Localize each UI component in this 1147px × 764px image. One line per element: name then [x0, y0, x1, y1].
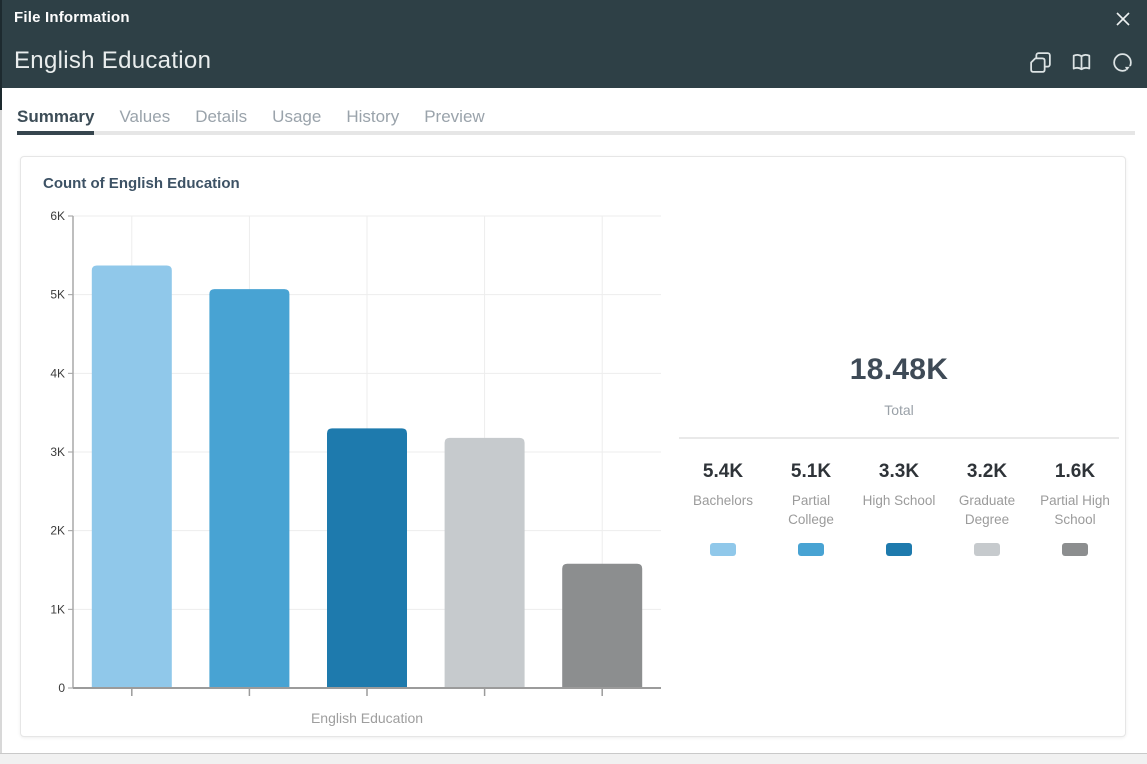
legend-swatch	[974, 543, 1000, 556]
stat-value: 5.1K	[771, 461, 851, 483]
total-panel: 18.48K Total 5.4K Bachelors 5.1K Partial Co…	[679, 157, 1119, 736]
svg-text:5K: 5K	[50, 288, 65, 302]
svg-text:3K: 3K	[50, 445, 65, 459]
svg-text:4K: 4K	[50, 366, 65, 380]
glossary-button[interactable]	[1069, 50, 1094, 75]
stat-bachelors: 5.4K Bachelors	[679, 461, 767, 556]
svg-text:2K: 2K	[50, 524, 65, 538]
tab-summary[interactable]: Summary	[17, 106, 94, 127]
chart-title: Count of English Education	[43, 175, 240, 192]
bar-high-school[interactable]	[327, 428, 407, 688]
duplicate-button[interactable]	[1028, 50, 1053, 75]
duplicate-icon	[1028, 50, 1053, 75]
header-actions	[1028, 50, 1135, 75]
tab-history[interactable]: History	[346, 106, 399, 127]
file-name: English Education	[14, 47, 211, 75]
stat-partial-high-school: 1.6K Partial High School	[1031, 461, 1119, 556]
total-label: Total	[679, 402, 1119, 418]
tab-usage[interactable]: Usage	[272, 106, 321, 127]
stat-label: Partial College	[771, 491, 851, 535]
category-stats: 5.4K Bachelors 5.1K Partial College 3.3K High…	[679, 461, 1119, 556]
refresh-icon	[1110, 50, 1135, 75]
stat-graduate-degree: 3.2K Graduate Degree	[943, 461, 1031, 556]
stat-high-school: 3.3K High School	[855, 461, 943, 556]
close-icon	[1112, 8, 1134, 30]
left-edge-dark	[0, 0, 2, 110]
panel-divider	[679, 437, 1119, 439]
legend-swatch	[886, 543, 912, 556]
tab-values[interactable]: Values	[119, 106, 170, 127]
legend-swatch	[798, 543, 824, 556]
stat-label: Graduate Degree	[947, 491, 1027, 535]
tab-underline	[17, 131, 1135, 135]
dialog-title: File Information	[14, 9, 130, 26]
bar-graduate-degree[interactable]	[445, 438, 525, 688]
svg-text:0: 0	[58, 681, 65, 695]
close-button[interactable]	[1112, 8, 1134, 30]
open-book-icon	[1069, 50, 1094, 75]
tab-bar-container: Summary Values Details Usage History Preview	[0, 88, 1147, 156]
left-edge-light	[0, 110, 2, 753]
stat-value: 1.6K	[1035, 461, 1115, 483]
svg-text:1K: 1K	[50, 602, 65, 616]
stat-label: High School	[859, 491, 939, 535]
refresh-button[interactable]	[1110, 50, 1135, 75]
bar-bachelors[interactable]	[92, 266, 172, 688]
stat-label: Partial High School	[1035, 491, 1115, 535]
tab-details[interactable]: Details	[195, 106, 247, 127]
svg-text:6K: 6K	[50, 209, 65, 223]
bottom-edge	[0, 753, 1147, 764]
tab-bar: Summary Values Details Usage History Preview	[17, 106, 485, 127]
legend-swatch	[1062, 543, 1088, 556]
legend-swatch	[710, 543, 736, 556]
x-axis-label: English Education	[311, 710, 423, 726]
tab-preview[interactable]: Preview	[424, 106, 484, 127]
bar-partial-high-school[interactable]	[562, 564, 642, 688]
stat-value: 3.2K	[947, 461, 1027, 483]
bar-partial-college[interactable]	[209, 289, 289, 688]
stat-partial-college: 5.1K Partial College	[767, 461, 855, 556]
stat-value: 5.4K	[683, 461, 763, 483]
stat-label: Bachelors	[683, 491, 763, 535]
dialog-header: File Information English Education	[0, 0, 1147, 88]
bar-chart: 0 1K 2K 3K 4K 5K 6K English Education	[21, 201, 701, 736]
summary-card: Count of English Education 0 1K 2K 3K 4K 5K 6K…	[20, 156, 1126, 737]
total-value: 18.48K	[679, 353, 1119, 387]
stat-value: 3.3K	[859, 461, 939, 483]
